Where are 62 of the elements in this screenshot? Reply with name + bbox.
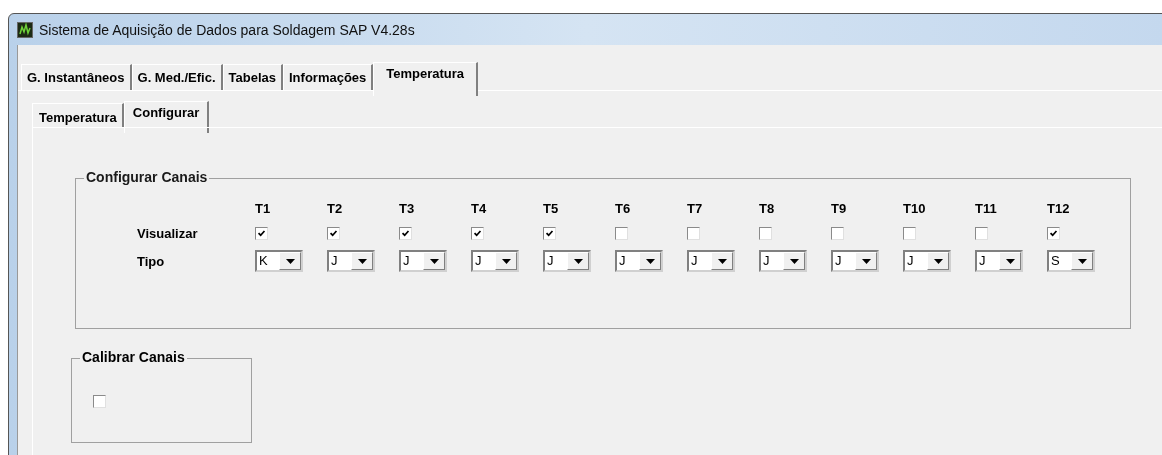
dropdown-arrow-icon [573, 258, 583, 264]
checkbox[interactable] [399, 227, 412, 240]
checkbox[interactable] [543, 227, 556, 240]
row-label: Visualizar [137, 226, 199, 241]
app-icon [17, 21, 33, 38]
dropdown-arrow-icon [1005, 258, 1015, 264]
column-header: T8 [759, 201, 776, 217]
type-dropdown[interactable]: J [975, 250, 1023, 272]
dropdown-arrow-icon [789, 258, 799, 264]
checkbox[interactable] [831, 227, 844, 240]
checkbox[interactable] [255, 227, 268, 240]
type-dropdown[interactable]: J [831, 250, 879, 272]
type-dropdown[interactable]: J [759, 250, 807, 272]
checkbox[interactable] [1047, 227, 1060, 240]
dropdown-arrow-icon [501, 258, 511, 264]
type-dropdown[interactable]: J [471, 250, 519, 272]
column-header: T4 [471, 201, 488, 217]
group-title: Configurar Canais [84, 169, 210, 185]
checkbox[interactable] [471, 227, 484, 240]
checkbox[interactable] [759, 227, 772, 240]
dropdown-arrow-icon [357, 258, 367, 264]
dropdown-arrow-icon [1077, 258, 1087, 264]
type-dropdown[interactable]: J [327, 250, 375, 272]
tab[interactable]: Tabelas [222, 64, 283, 90]
type-dropdown[interactable]: J [543, 250, 591, 272]
group-title: Calibrar Canais [80, 349, 187, 365]
tab[interactable]: Temperatura [32, 103, 124, 127]
checkbox[interactable] [903, 227, 916, 240]
dropdown-arrow-icon [933, 258, 943, 264]
tab[interactable]: G. Instantâneos [21, 64, 132, 90]
type-dropdown[interactable]: J [687, 250, 735, 272]
dropdown-arrow-icon [285, 258, 295, 264]
checkbox[interactable] [975, 227, 988, 240]
type-dropdown[interactable]: S [1047, 250, 1095, 272]
type-dropdown[interactable]: J [399, 250, 447, 272]
column-header: T2 [327, 201, 344, 217]
window-title: Sistema de Aquisição de Dados para Soldagem SAP V4.28s [39, 21, 415, 38]
column-header: T7 [687, 201, 704, 217]
type-dropdown[interactable]: J [903, 250, 951, 272]
checkbox[interactable] [615, 227, 628, 240]
column-header: T9 [831, 201, 848, 217]
type-dropdown[interactable]: J [615, 250, 663, 272]
column-header: T12 [1047, 201, 1071, 217]
dropdown-arrow-icon [717, 258, 727, 264]
checkbox[interactable] [93, 395, 106, 408]
dropdown-arrow-icon [429, 258, 439, 264]
tab[interactable]: Informações [283, 64, 374, 90]
dropdown-arrow-icon [645, 258, 655, 264]
column-header: T11 [975, 201, 998, 217]
tab[interactable]: Configurar [123, 101, 210, 133]
column-header: T6 [615, 201, 632, 217]
column-header: T10 [903, 201, 927, 217]
row-label: Tipo [137, 253, 166, 269]
checkbox[interactable] [687, 227, 700, 240]
column-header: T1 [255, 201, 272, 217]
type-dropdown[interactable]: K [255, 250, 303, 272]
column-header: T5 [543, 201, 560, 217]
tab[interactable]: Temperatura [373, 62, 479, 96]
column-header: T3 [399, 201, 416, 217]
dropdown-arrow-icon [861, 258, 871, 264]
tab[interactable]: G. Med./Efic. [131, 64, 223, 90]
checkbox[interactable] [327, 227, 340, 240]
